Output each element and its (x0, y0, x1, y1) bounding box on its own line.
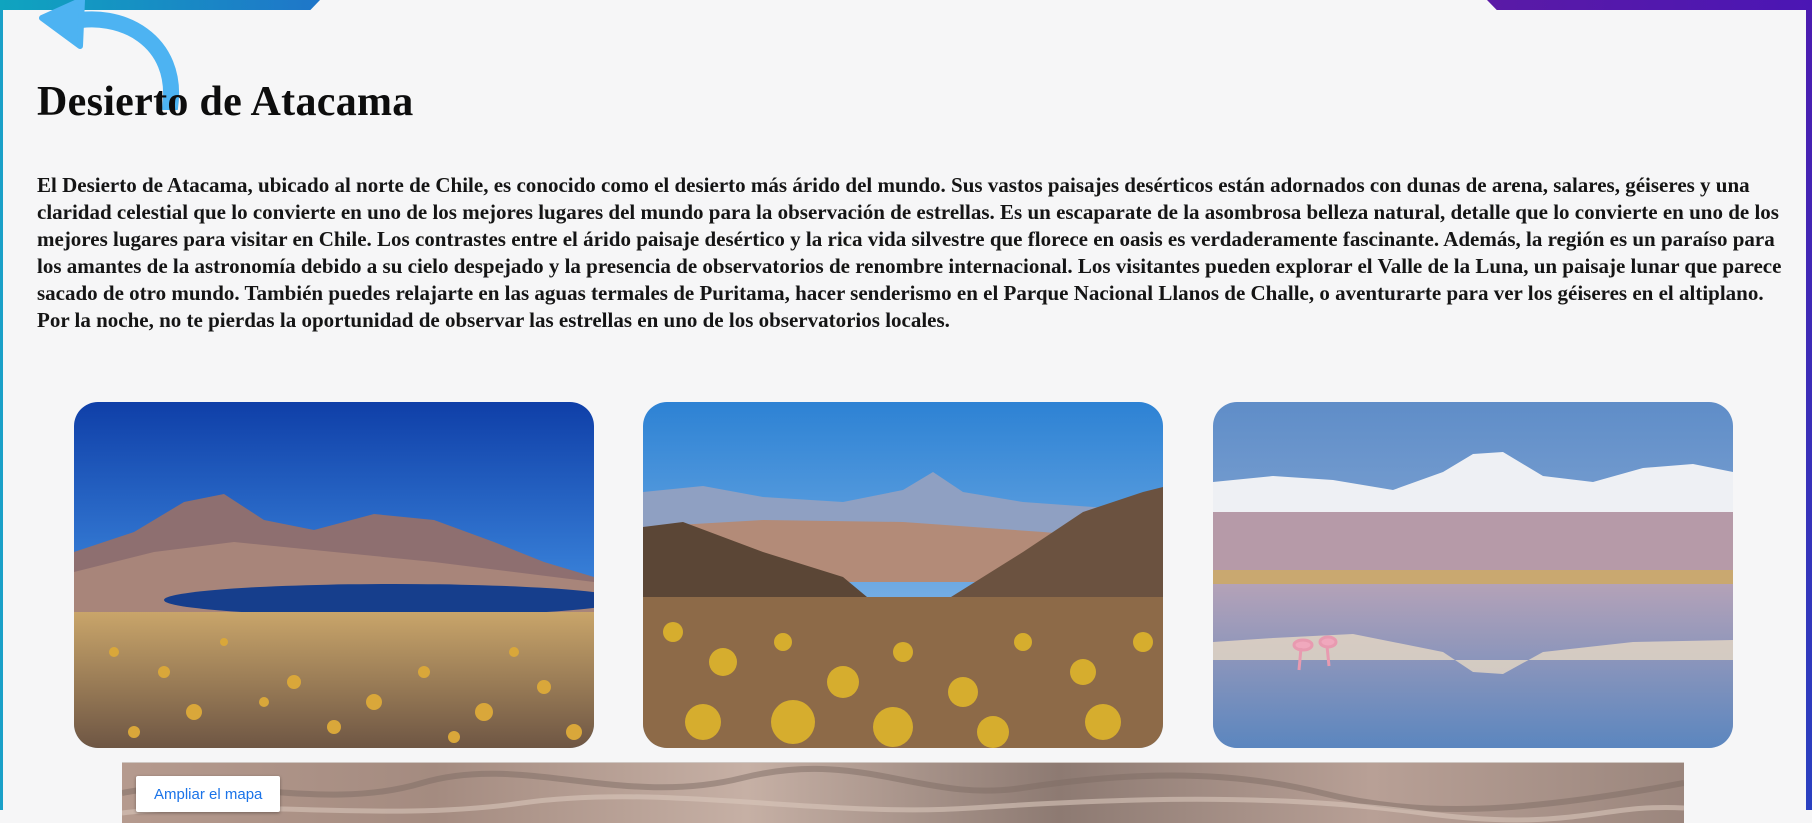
page-frame-left (0, 0, 3, 810)
page-frame-right (1806, 0, 1812, 810)
page-description: El Desierto de Atacama, ubicado al norte… (37, 173, 1782, 332)
page-title: Desierto de Atacama (37, 79, 414, 125)
gallery-photo-valley (643, 402, 1163, 748)
gallery-photo-lagoon (74, 402, 594, 748)
enlarge-map-button[interactable]: Ampliar el mapa (136, 776, 281, 812)
embedded-map[interactable]: Ampliar el mapa (122, 762, 1684, 823)
gallery-photo-salt-lake (1213, 402, 1733, 748)
top-accent-bar-right (1487, 0, 1812, 10)
